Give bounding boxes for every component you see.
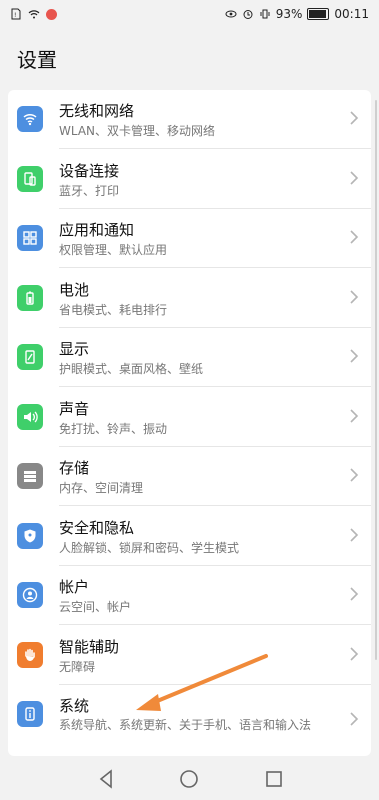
notification-icon [46,8,57,20]
status-bar: ! 93% 00:11 [0,0,379,32]
settings-item-subtitle: 内存、空间清理 [59,481,144,495]
settings-item-subtitle: 省电模式、耗电排行 [59,302,168,317]
eye-icon [225,10,237,18]
settings-item-title: 设备连接 [59,161,120,180]
storage-icon [17,463,43,489]
settings-item-subtitle: 权限管理、默认应用 [59,243,168,257]
settings-item-9[interactable]: 智能辅助 无障碍 [8,626,371,685]
svg-text:!: ! [14,12,16,19]
settings-item-title: 声音 [59,399,90,418]
settings-item-subtitle: 人脸解锁、锁屏和密码、学生模式 [59,540,240,555]
shield-icon [17,522,43,549]
alarm-icon [243,10,253,19]
chevron-right-icon [350,170,359,185]
settings-item-title: 应用和通知 [59,221,135,239]
settings-item-0[interactable]: 无线和网络 WLAN、双卡管理、移动网络 [8,90,371,149]
apps-grid-icon [17,225,43,251]
settings-item-subtitle: 系统导航、系统更新、关于手机、语言和输入法 [59,718,312,732]
app-header: 设置 [0,32,379,80]
settings-item-subtitle: 护眼模式、桌面风格、壁纸 [59,362,204,376]
settings-item-2[interactable]: 应用和通知权限管理、默认应用 [8,209,371,268]
page-title: 设置 [17,48,57,72]
sound-icon [17,403,43,430]
hand-icon [17,641,43,668]
settings-item-4[interactable]: 显示护眼模式、桌面风格、壁纸 [8,328,371,387]
status-right: 93% 00:11 [225,7,369,21]
settings-item-title: 系统 [59,697,90,715]
settings-list: 无线和网络 WLAN、双卡管理、移动网络设备连接蓝牙、打印应用和通知权限管理、默认… [8,90,371,756]
account-icon [17,582,43,608]
battery-status-icon [307,8,330,20]
chevron-right-icon [350,468,359,482]
settings-item-title: 电池 [59,280,90,299]
settings-item-title: 智能辅助 [59,637,120,656]
settings-item-title: 显示 [59,340,90,358]
system-icon [17,701,43,727]
status-left: ! [10,8,57,20]
chevron-right-icon [350,289,359,304]
settings-item-title: 帐户 [59,578,90,596]
chevron-right-icon [350,587,359,601]
recent-apps-button[interactable] [263,768,285,790]
navigation-bar [0,758,379,800]
settings-item-8[interactable]: 帐户 云空间、帐户 [8,566,371,625]
settings-item-subtitle: 蓝牙、打印 [59,183,120,198]
settings-item-subtitle: 免打扰、铃声、振动 [59,421,168,436]
settings-item-1[interactable]: 设备连接 蓝牙、打印 [8,150,371,209]
settings-item-3[interactable]: 电池省电模式、耗电排行 [8,269,371,328]
scrollbar[interactable] [375,100,377,660]
chevron-right-icon [350,230,359,244]
chevron-right-icon [350,349,359,363]
device-connect-icon [17,165,43,192]
chevron-right-icon [350,646,359,661]
settings-item-subtitle: WLAN、双卡管理、移动网络 [59,124,216,138]
settings-item-5[interactable]: 声音免打扰、铃声、振动 [8,388,371,447]
chevron-right-icon [350,712,359,726]
chevron-right-icon [350,111,359,125]
settings-item-10[interactable]: 系统系统导航、系统更新、关于手机、语言和输入法 [8,685,371,756]
clock: 00:11 [334,7,369,21]
sim-icon: ! [11,8,21,20]
settings-item-title: 无线和网络 [59,102,135,120]
battery-percent: 93% [275,7,303,21]
settings-item-7[interactable]: 安全和隐私人脸解锁、锁屏和密码、学生模式 [8,507,371,566]
wifi-icon [17,106,43,132]
wifi-status-icon [28,10,40,19]
settings-item-subtitle: 无障碍 [59,659,96,674]
battery-icon [17,284,43,311]
chevron-right-icon [350,408,359,423]
settings-item-subtitle: 云空间、帐户 [59,600,132,614]
settings-item-title: 存储 [59,459,90,477]
home-button[interactable] [178,768,200,790]
chevron-right-icon [350,527,359,542]
settings-item-6[interactable]: 存储 内存、空间清理 [8,447,371,506]
settings-item-title: 安全和隐私 [59,518,135,537]
display-icon [17,344,43,370]
back-button[interactable] [96,768,118,790]
vibrate-icon [260,9,270,19]
